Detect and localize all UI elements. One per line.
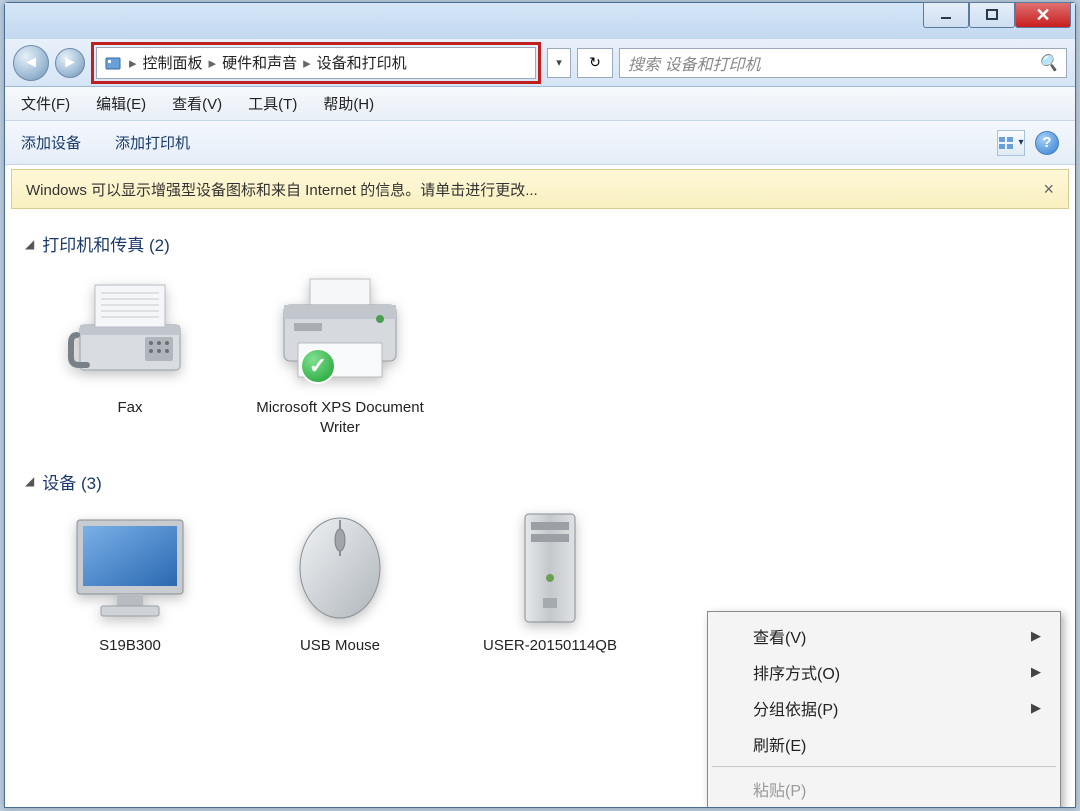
location-icon (103, 53, 123, 73)
group-header-devices[interactable]: ◢ 设备 (3) (25, 469, 1055, 494)
title-bar: ✕ (5, 3, 1075, 39)
crumb-3[interactable]: 设备和打印机 (317, 52, 407, 73)
computer-icon (480, 508, 620, 628)
back-button[interactable]: ◄ (13, 45, 49, 81)
default-check-icon: ✓ (300, 348, 336, 384)
content-area: ◢ 打印机和传真 (2) Fax (5, 213, 1075, 807)
ctx-refresh[interactable]: 刷新(E) (709, 726, 1059, 762)
device-monitor[interactable]: S19B300 (45, 508, 215, 656)
ctx-paste: 粘贴(P) (709, 771, 1059, 807)
group-header-printers[interactable]: ◢ 打印机和传真 (2) (25, 231, 1055, 256)
ctx-sort[interactable]: 排序方式(O)▶ (709, 654, 1059, 690)
view-mode-button[interactable]: ▾ (997, 130, 1025, 156)
fax-icon (60, 270, 200, 390)
maximize-button[interactable] (969, 2, 1015, 28)
menu-edit[interactable]: 编辑(E) (96, 93, 146, 114)
address-dropdown[interactable]: ▾ (547, 48, 571, 78)
menu-view[interactable]: 查看(V) (172, 93, 222, 114)
menu-tools[interactable]: 工具(T) (248, 93, 297, 114)
device-label: S19B300 (45, 636, 215, 656)
breadcrumb-highlight: ▸控制面板 ▸硬件和声音 ▸设备和打印机 (91, 42, 541, 84)
help-button[interactable]: ? (1035, 131, 1059, 155)
context-menu: 查看(V)▶ 排序方式(O)▶ 分组依据(P)▶ 刷新(E) 粘贴(P) 粘贴快… (707, 611, 1061, 807)
printer-icon: ✓ (270, 270, 410, 390)
device-pc[interactable]: USER-20150114QB (465, 508, 635, 656)
device-xps-writer[interactable]: ✓ Microsoft XPS Document Writer (255, 270, 425, 439)
mouse-icon (270, 508, 410, 628)
ctx-group[interactable]: 分组依据(P)▶ (709, 690, 1059, 726)
ctx-view[interactable]: 查看(V)▶ (709, 618, 1059, 654)
monitor-icon (60, 508, 200, 628)
cmd-add-device[interactable]: 添加设备 (21, 132, 81, 153)
device-label: Fax (45, 398, 215, 418)
forward-button[interactable]: ► (55, 48, 85, 78)
group-title: 设备 (3) (42, 469, 102, 494)
search-input[interactable]: 搜索 设备和打印机 🔍 (619, 48, 1067, 78)
info-bar-text: Windows 可以显示增强型设备图标和来自 Internet 的信息。请单击进… (26, 179, 538, 200)
breadcrumb[interactable]: ▸控制面板 ▸硬件和声音 ▸设备和打印机 (96, 47, 536, 79)
close-button[interactable]: ✕ (1015, 2, 1071, 28)
cmd-add-printer[interactable]: 添加打印机 (115, 132, 190, 153)
explorer-window: ✕ ◄ ► ▸控制面板 ▸硬件和声音 ▸设备和打印机 ▾ ↻ 搜索 设备和打印机… (4, 2, 1076, 808)
info-bar[interactable]: Windows 可以显示增强型设备图标和来自 Internet 的信息。请单击进… (11, 169, 1069, 209)
device-fax[interactable]: Fax (45, 270, 215, 439)
info-bar-close[interactable]: × (1043, 179, 1054, 200)
device-label: USER-20150114QB (465, 636, 635, 656)
crumb-1[interactable]: 控制面板 (143, 52, 203, 73)
minimize-button[interactable] (923, 2, 969, 28)
menu-file[interactable]: 文件(F) (21, 93, 70, 114)
address-bar: ◄ ► ▸控制面板 ▸硬件和声音 ▸设备和打印机 ▾ ↻ 搜索 设备和打印机 🔍 (5, 39, 1075, 87)
group-title: 打印机和传真 (2) (42, 231, 170, 256)
crumb-2[interactable]: 硬件和声音 (222, 52, 297, 73)
search-placeholder: 搜索 设备和打印机 (628, 51, 760, 75)
search-icon: 🔍 (1038, 53, 1058, 73)
menu-bar: 文件(F) 编辑(E) 查看(V) 工具(T) 帮助(H) (5, 87, 1075, 121)
device-label: USB Mouse (255, 636, 425, 656)
collapse-icon: ◢ (25, 474, 34, 488)
refresh-button[interactable]: ↻ (577, 48, 613, 78)
menu-help[interactable]: 帮助(H) (323, 93, 374, 114)
command-bar: 添加设备 添加打印机 ▾ ? (5, 121, 1075, 165)
collapse-icon: ◢ (25, 237, 34, 251)
device-label: Microsoft XPS Document Writer (255, 398, 425, 439)
device-mouse[interactable]: USB Mouse (255, 508, 425, 656)
